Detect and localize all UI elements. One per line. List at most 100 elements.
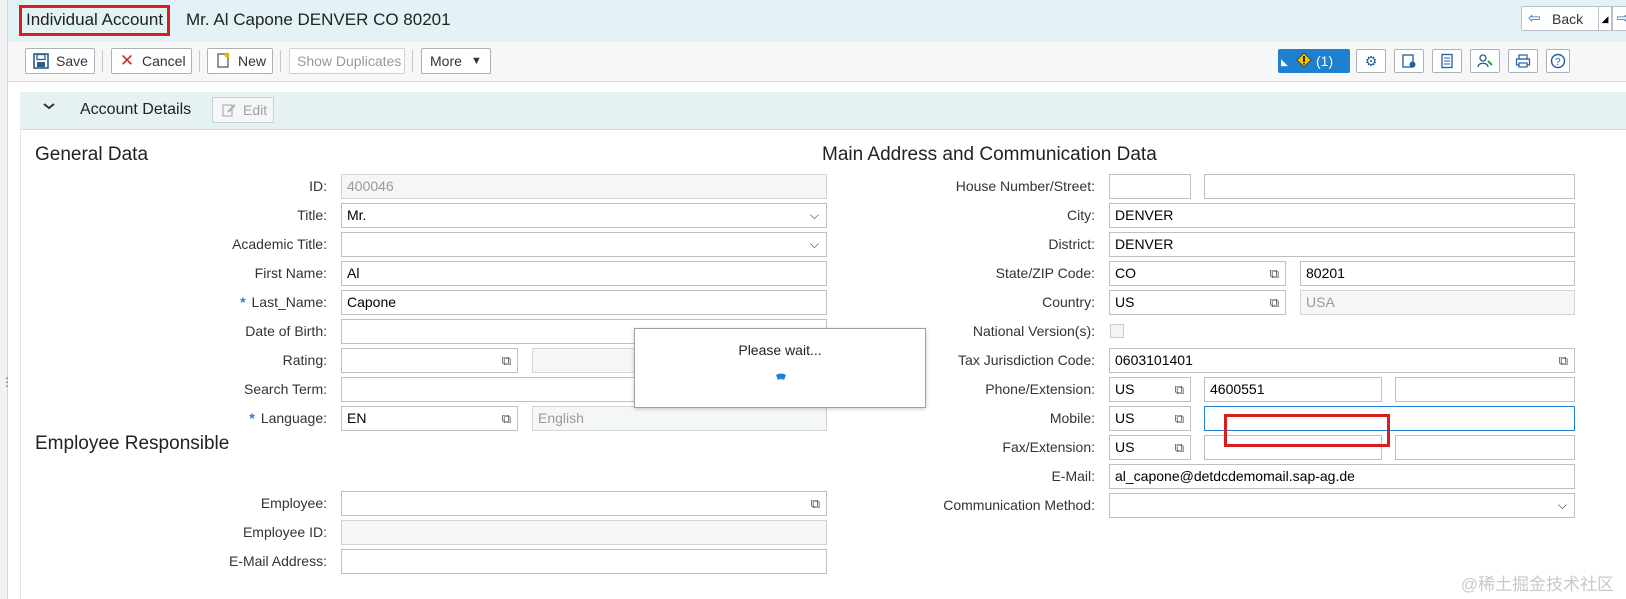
- help-icon[interactable]: ?: [1546, 49, 1570, 73]
- first-name-field[interactable]: Al: [341, 261, 827, 286]
- forward-arrow-icon: ⇨: [1616, 10, 1626, 27]
- value-help-icon[interactable]: ⧉: [1559, 349, 1568, 372]
- print-icon[interactable]: [1508, 49, 1538, 73]
- edit-button[interactable]: Edit: [212, 97, 274, 123]
- more-button[interactable]: More ▼: [421, 48, 491, 74]
- last-name-field[interactable]: Capone: [341, 290, 827, 315]
- id-field: 400046: [341, 174, 827, 199]
- show-duplicates-label: Show Duplicates: [297, 53, 402, 69]
- back-arrow-icon: ⇦: [1528, 10, 1541, 27]
- tax-jurisdiction-field[interactable]: 0603101401 ⧉: [1109, 348, 1575, 373]
- language-field[interactable]: EN ⧉: [341, 406, 518, 431]
- splitter-grip-icon[interactable]: ⋮: [1, 376, 13, 396]
- state-field[interactable]: CO ⧉: [1109, 261, 1286, 286]
- back-button[interactable]: ⇦ Back: [1521, 6, 1605, 31]
- employee-field[interactable]: ⧉: [341, 491, 827, 516]
- phone-country-field[interactable]: US ⧉: [1109, 377, 1191, 402]
- toolbar-separator: [280, 50, 281, 72]
- national-version-checkbox[interactable]: [1110, 324, 1124, 338]
- save-button[interactable]: Save: [25, 48, 95, 74]
- collapse-chevron-icon[interactable]: [42, 99, 58, 116]
- section-title: Account Details: [80, 101, 192, 118]
- date-of-birth-label: Date of Birth:: [245, 323, 327, 339]
- cancel-x-icon: ✕: [119, 51, 135, 70]
- language-label: * Language:: [31, 406, 327, 430]
- user-tools-icon[interactable]: [1470, 49, 1500, 73]
- zip-field[interactable]: 80201: [1300, 261, 1575, 286]
- title-bar: Individual Account Mr. Al Capone DENVER …: [8, 0, 1626, 42]
- notes-icon[interactable]: [1432, 49, 1462, 73]
- district-label: District:: [1048, 236, 1095, 252]
- edit-pencil-icon: [221, 98, 237, 122]
- national-version-label: National Version(s):: [972, 323, 1095, 339]
- watermark: @稀土掘金技术社区: [1460, 575, 1614, 594]
- new-document-icon: [214, 49, 232, 73]
- phone-number-field[interactable]: 4600551: [1204, 377, 1382, 402]
- country-value: US: [1115, 294, 1135, 310]
- toolbar-separator: [412, 50, 413, 72]
- mobile-label: Mobile:: [1049, 410, 1095, 426]
- employee-id-label: Employee ID:: [242, 524, 327, 540]
- search-term-label: Search Term:: [244, 381, 327, 397]
- value-help-icon[interactable]: ⧉: [1175, 378, 1184, 401]
- general-data-heading: General Data: [35, 144, 149, 165]
- first-name-label: First Name:: [254, 265, 327, 281]
- state-value: CO: [1115, 265, 1136, 281]
- back-history-dropdown[interactable]: ◢: [1598, 6, 1612, 31]
- country-field[interactable]: US ⧉: [1109, 290, 1286, 315]
- academic-title-select[interactable]: ⌵: [341, 232, 827, 257]
- last-name-label-text: Last_Name:: [251, 294, 327, 310]
- email-field[interactable]: al_capone@detdcdemomail.sap-ag.de: [1109, 464, 1575, 489]
- language-label-text: Language:: [260, 410, 327, 426]
- title-select[interactable]: Mr. ⌵: [341, 203, 827, 228]
- fax-country-field[interactable]: US ⧉: [1109, 435, 1191, 460]
- svg-text:?: ?: [1555, 57, 1561, 68]
- country-description: USA: [1300, 290, 1575, 315]
- city-field[interactable]: DENVER: [1109, 203, 1575, 228]
- value-help-icon[interactable]: ⧉: [1270, 291, 1279, 314]
- title-value: Mr.: [347, 207, 367, 223]
- fax-country-value: US: [1115, 439, 1135, 455]
- messages-button[interactable]: ◣ (1): [1278, 49, 1350, 73]
- personalize-icon[interactable]: [1394, 49, 1424, 73]
- phone-label: Phone/Extension:: [985, 381, 1095, 397]
- phone-extension-field[interactable]: [1395, 377, 1575, 402]
- show-duplicates-button[interactable]: Show Duplicates: [289, 48, 405, 74]
- object-name-title: Mr. Al Capone DENVER CO 80201: [186, 10, 451, 29]
- city-label: City:: [1067, 207, 1095, 223]
- back-label: Back: [1552, 11, 1584, 27]
- value-help-icon[interactable]: ⧉: [811, 492, 820, 515]
- email-label: E-Mail:: [1051, 468, 1095, 484]
- loading-spinner-icon: [775, 369, 787, 380]
- edit-label: Edit: [243, 102, 268, 118]
- rating-label: Rating:: [282, 352, 327, 368]
- district-field[interactable]: DENVER: [1109, 232, 1575, 257]
- value-help-icon[interactable]: ⧉: [502, 349, 511, 372]
- communication-method-select[interactable]: ⌵: [1109, 493, 1575, 518]
- more-label: More: [430, 53, 462, 69]
- value-help-icon[interactable]: ⧉: [1175, 407, 1184, 430]
- toolbar: Save ✕ Cancel New Show Duplicates More ▼…: [8, 42, 1626, 82]
- new-button[interactable]: New: [207, 48, 273, 74]
- house-number-field[interactable]: [1109, 174, 1191, 199]
- employee-email-label: E-Mail Address:: [228, 553, 327, 569]
- cancel-button[interactable]: ✕ Cancel: [111, 48, 192, 74]
- please-wait-text: Please wait...: [738, 342, 822, 358]
- mobile-country-field[interactable]: US ⧉: [1109, 406, 1191, 431]
- left-splitter[interactable]: [0, 0, 8, 599]
- street-field[interactable]: [1204, 174, 1575, 199]
- settings-gear-icon[interactable]: ⚙: [1356, 49, 1386, 73]
- last-name-label: * Last_Name:: [31, 290, 327, 314]
- rating-field[interactable]: ⧉: [341, 348, 518, 373]
- value-help-icon[interactable]: ⧉: [1175, 436, 1184, 459]
- tax-jurisdiction-label: Tax Jurisdiction Code:: [958, 352, 1095, 368]
- more-dropdown-icon: ▼: [471, 55, 482, 67]
- value-help-icon[interactable]: ⧉: [502, 407, 511, 430]
- address-heading: Main Address and Communication Data: [822, 144, 1157, 165]
- employee-email-field[interactable]: [341, 549, 827, 574]
- fax-extension-field[interactable]: [1395, 435, 1575, 460]
- forward-button[interactable]: ⇨: [1612, 6, 1626, 31]
- id-label: ID:: [309, 178, 327, 194]
- value-help-icon[interactable]: ⧉: [1270, 262, 1279, 285]
- chevron-down-icon: ⌵: [809, 237, 819, 251]
